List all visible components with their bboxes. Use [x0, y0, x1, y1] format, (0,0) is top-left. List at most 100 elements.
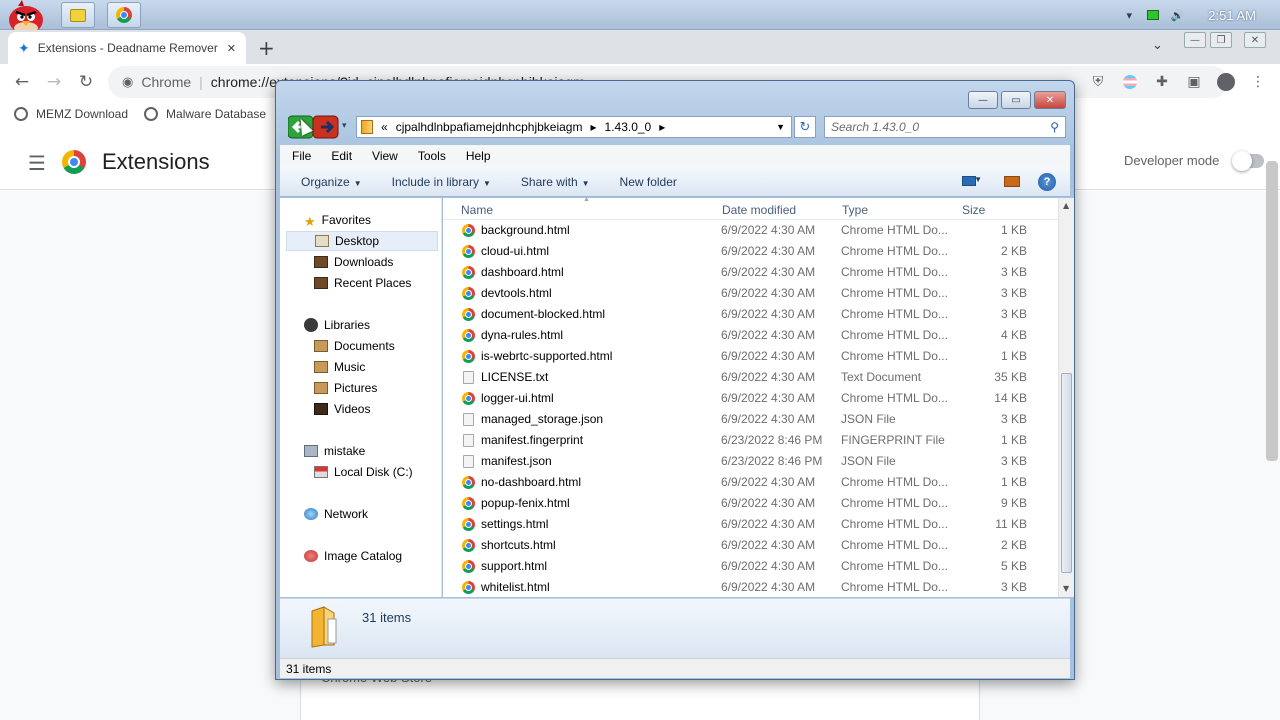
menu-edit[interactable]: Edit — [331, 149, 352, 163]
file-row[interactable]: background.html 6/9/2022 4:30 AM Chrome HT… — [443, 220, 1058, 241]
close-window-button[interactable]: ✕ — [1244, 32, 1266, 48]
nav-libraries[interactable]: Libraries — [304, 315, 370, 335]
nav-documents[interactable]: Documents — [314, 336, 395, 356]
site-info-icon[interactable]: ◉ — [122, 74, 133, 90]
scroll-thumb[interactable] — [1061, 373, 1072, 573]
nav-image-catalog[interactable]: Image Catalog — [304, 546, 402, 566]
maximize-button[interactable]: ❐ — [1210, 32, 1232, 48]
search-icon[interactable]: ⚲ — [1050, 120, 1059, 134]
file-row[interactable]: dyna-rules.html 6/9/2022 4:30 AM Chrome HT… — [443, 325, 1058, 346]
nav-user-mistake[interactable]: mistake — [304, 441, 365, 461]
column-name[interactable]: Name — [461, 203, 493, 217]
file-row[interactable]: is-webrtc-supported.html 6/9/2022 4:30 AM… — [443, 346, 1058, 367]
taskbar-chrome-button[interactable] — [107, 2, 141, 28]
file-row[interactable]: dashboard.html 6/9/2022 4:30 AM Chrome HTM… — [443, 262, 1058, 283]
profile-avatar-icon[interactable] — [1216, 72, 1236, 92]
explorer-address-bar[interactable]: « cjpalhdlnbpafiamejdnhcphjbkeiagm ▸ 1.4… — [356, 116, 792, 138]
shield-extension-icon[interactable]: ⛨ — [1088, 72, 1108, 92]
view-options-dropdown[interactable]: ▼ — [974, 175, 982, 184]
forward-button[interactable]: → — [42, 70, 66, 94]
side-panel-icon[interactable]: ▣ — [1184, 72, 1204, 92]
file-date: 6/9/2022 4:30 AM — [721, 496, 816, 510]
column-date-modified[interactable]: Date modified — [722, 203, 796, 217]
menu-help[interactable]: Help — [466, 149, 491, 163]
file-row[interactable]: manifest.json 6/23/2022 8:46 PM JSON File 3… — [443, 451, 1058, 472]
battery-icon[interactable] — [1146, 8, 1160, 22]
address-dropdown-icon[interactable]: ▼ — [776, 122, 785, 132]
clock[interactable]: 2:51 AM — [1208, 8, 1256, 23]
file-row[interactable]: popup-fenix.html 6/9/2022 4:30 AM Chrome H… — [443, 493, 1058, 514]
nav-local-disk[interactable]: Local Disk (C:) — [314, 462, 413, 482]
file-row[interactable]: whitelist.html 6/9/2022 4:30 AM Chrome HTM… — [443, 577, 1058, 598]
explorer-search-input[interactable]: Search 1.43.0_0 ⚲ — [824, 116, 1066, 138]
file-row[interactable]: document-blocked.html 6/9/2022 4:30 AM Chr… — [443, 304, 1058, 325]
organize-button[interactable]: Organize ▼ — [301, 175, 362, 189]
tab-search-icon[interactable]: ⌄ — [1152, 38, 1163, 53]
file-row[interactable]: devtools.html 6/9/2022 4:30 AM Chrome HTML… — [443, 283, 1058, 304]
refresh-button[interactable]: ↻ — [794, 116, 816, 138]
column-size[interactable]: Size — [962, 203, 985, 217]
back-forward-buttons[interactable] — [288, 115, 340, 139]
nav-desktop[interactable]: Desktop — [286, 231, 438, 251]
bookmark-malware-db[interactable]: Malware Database — [144, 107, 266, 121]
file-row[interactable]: settings.html 6/9/2022 4:30 AM Chrome HTML… — [443, 514, 1058, 535]
explorer-close-button[interactable]: ✕ — [1034, 91, 1066, 109]
back-button[interactable]: ← — [10, 70, 34, 94]
nav-network[interactable]: Network — [304, 504, 368, 524]
file-list-scrollbar[interactable]: ▲ ▼ — [1058, 198, 1074, 597]
nav-pictures[interactable]: Pictures — [314, 378, 377, 398]
tray-expand-icon[interactable]: ▾ — [1122, 8, 1136, 22]
file-row[interactable]: cloud-ui.html 6/9/2022 4:30 AM Chrome HTML… — [443, 241, 1058, 262]
chrome-html-file-icon — [462, 287, 475, 300]
puzzle-icon: ✦ — [18, 39, 30, 56]
scroll-up-icon[interactable]: ▲ — [1063, 201, 1069, 210]
user-folder-icon — [304, 445, 318, 457]
explorer-maximize-button[interactable]: ▭ — [1001, 91, 1031, 109]
nav-videos[interactable]: Videos — [314, 399, 370, 419]
file-row[interactable]: LICENSE.txt 6/9/2022 4:30 AM Text Document… — [443, 367, 1058, 388]
nav-downloads[interactable]: Downloads — [314, 252, 393, 272]
more-menu-icon[interactable]: ⋮ — [1248, 72, 1268, 92]
file-row[interactable]: manifest.fingerprint 6/23/2022 8:46 PM FIN… — [443, 430, 1058, 451]
flag-extension-icon[interactable] — [1120, 72, 1140, 92]
file-row[interactable]: shortcuts.html 6/9/2022 4:30 AM Chrome HTM… — [443, 535, 1058, 556]
nav-favorites[interactable]: ★ Favorites — [304, 210, 371, 230]
help-icon[interactable]: ? — [1038, 173, 1056, 191]
column-type[interactable]: Type — [842, 203, 868, 217]
menu-tools[interactable]: Tools — [418, 149, 446, 163]
new-folder-button[interactable]: New folder — [620, 175, 677, 189]
menu-file[interactable]: File — [292, 149, 311, 163]
file-type: Chrome HTML Do... — [841, 265, 948, 279]
share-with-button[interactable]: Share with ▼ — [521, 175, 590, 189]
preview-pane-icon[interactable] — [1004, 176, 1020, 187]
breadcrumb-separator-icon[interactable]: ▸ — [659, 120, 665, 134]
nav-recent-places[interactable]: Recent Places — [314, 273, 411, 293]
file-row[interactable]: no-dashboard.html 6/9/2022 4:30 AM Chrome … — [443, 472, 1058, 493]
breadcrumb-subfolder[interactable]: 1.43.0_0 — [605, 120, 652, 134]
tab-extensions[interactable]: ✦ Extensions - Deadname Remover ✕ — [8, 32, 246, 64]
new-tab-button[interactable]: + — [258, 36, 275, 60]
page-scrollbar[interactable] — [1266, 161, 1278, 461]
file-date: 6/23/2022 8:46 PM — [721, 454, 823, 468]
recent-pages-icon[interactable]: ▾ — [342, 121, 347, 131]
reload-button[interactable]: ↻ — [74, 70, 98, 94]
nav-music[interactable]: Music — [314, 357, 365, 377]
taskbar-explorer-button[interactable] — [61, 2, 95, 28]
menu-view[interactable]: View — [372, 149, 398, 163]
include-in-library-button[interactable]: Include in library ▼ — [392, 175, 491, 189]
minimize-button[interactable]: — — [1184, 32, 1206, 48]
explorer-minimize-button[interactable]: — — [968, 91, 998, 109]
speaker-icon[interactable]: 🔊 — [1170, 8, 1184, 22]
extensions-puzzle-icon[interactable]: ✚ — [1152, 72, 1172, 92]
bookmark-memz[interactable]: MEMZ Download — [14, 107, 128, 121]
breadcrumb-separator-icon[interactable]: ▸ — [590, 120, 596, 134]
developer-mode-toggle[interactable] — [1232, 151, 1264, 171]
file-row[interactable]: managed_storage.json 6/9/2022 4:30 AM JSON… — [443, 409, 1058, 430]
file-row[interactable]: logger-ui.html 6/9/2022 4:30 AM Chrome HTM… — [443, 388, 1058, 409]
breadcrumb-overflow[interactable]: « — [381, 120, 388, 134]
scroll-down-icon[interactable]: ▼ — [1063, 584, 1069, 593]
menu-icon[interactable]: ☰ — [28, 151, 46, 175]
breadcrumb-folder[interactable]: cjpalhdlnbpafiamejdnhcphjbkeiagm — [396, 120, 583, 134]
file-row[interactable]: support.html 6/9/2022 4:30 AM Chrome HTML … — [443, 556, 1058, 577]
close-tab-icon[interactable]: ✕ — [227, 42, 236, 55]
